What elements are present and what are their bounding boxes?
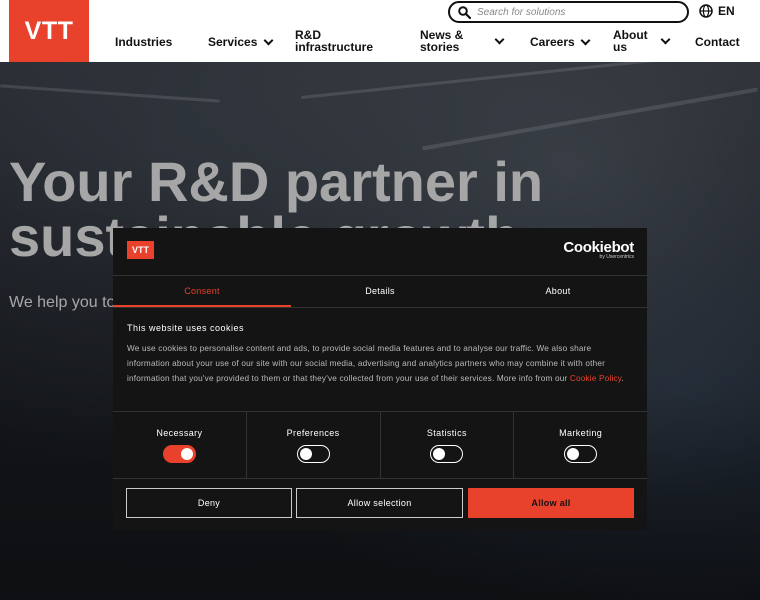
- cookie-tabs: Consent Details About: [113, 275, 647, 308]
- dialog-logo-text: VTT: [132, 245, 149, 255]
- nav-label: stories: [420, 40, 460, 54]
- toggle-label: Marketing: [559, 428, 603, 438]
- cookie-policy-link[interactable]: Cookie Policy: [570, 374, 622, 383]
- site-header: VTT EN Industries Services R&D infrastru…: [0, 0, 760, 62]
- tab-details[interactable]: Details: [291, 276, 469, 307]
- nav-about-us[interactable]: About us: [613, 29, 671, 54]
- cookie-heading: This website uses cookies: [127, 323, 245, 333]
- language-label: EN: [718, 4, 735, 18]
- switch-knob: [433, 447, 446, 460]
- nav-label: us: [613, 40, 628, 54]
- toggle-label: Statistics: [426, 428, 467, 438]
- statistics-switch[interactable]: [430, 445, 464, 463]
- cookie-body-end: .: [621, 374, 624, 383]
- nav-careers[interactable]: Careers: [530, 35, 591, 49]
- toggle-label: Preferences: [286, 428, 340, 438]
- marketing-switch[interactable]: [564, 445, 598, 463]
- logo-text: VTT: [24, 16, 74, 45]
- globe-icon: [699, 4, 713, 18]
- chevron-down-icon: [580, 35, 591, 45]
- chevron-down-icon: [494, 34, 505, 44]
- deny-button[interactable]: Deny: [126, 488, 292, 518]
- switch-knob: [180, 447, 193, 460]
- dialog-vtt-logo: VTT: [127, 241, 154, 259]
- language-selector[interactable]: EN: [699, 4, 735, 18]
- nav-news-stories[interactable]: News & stories: [420, 29, 505, 54]
- toggle-label: Necessary: [156, 428, 203, 438]
- cookie-consent-dialog: VTT Cookiebot by Usercentrics Consent De…: [113, 228, 647, 530]
- switch-knob: [567, 447, 580, 460]
- search-icon: [458, 5, 471, 19]
- nav-contact[interactable]: Contact: [695, 36, 740, 48]
- search-box[interactable]: [448, 1, 689, 23]
- nav-label: Careers: [530, 35, 575, 49]
- toggle-marketing: Marketing: [513, 412, 647, 478]
- cookie-description: We use cookies to personalise content an…: [127, 341, 633, 386]
- toggle-statistics: Statistics: [379, 412, 514, 478]
- tab-about[interactable]: About: [469, 276, 647, 307]
- switch-knob: [299, 447, 312, 460]
- chevron-down-icon: [660, 34, 671, 44]
- toggle-preferences: Preferences: [245, 412, 380, 478]
- nav-industries[interactable]: Industries: [115, 36, 172, 48]
- preferences-switch[interactable]: [296, 445, 330, 463]
- nav-label: Contact: [695, 35, 740, 49]
- allow-selection-button[interactable]: Allow selection: [296, 488, 463, 518]
- nav-services[interactable]: Services: [208, 35, 274, 49]
- chevron-down-icon: [263, 35, 274, 45]
- nav-label: Industries: [115, 35, 173, 49]
- necessary-switch[interactable]: [162, 445, 196, 463]
- tab-consent[interactable]: Consent: [113, 276, 291, 307]
- search-input[interactable]: [477, 6, 677, 18]
- allow-all-button[interactable]: Allow all: [468, 488, 634, 518]
- toggle-necessary: Necessary: [113, 412, 246, 478]
- nav-rd-infrastructure[interactable]: R&D infrastructure: [295, 29, 373, 53]
- cookiebot-logo[interactable]: Cookiebot by Usercentrics: [563, 239, 634, 260]
- cookie-body-text: We use cookies to personalise content an…: [127, 344, 606, 383]
- nav-label: infrastructure: [295, 40, 374, 54]
- vtt-logo[interactable]: VTT: [9, 0, 89, 62]
- cookie-category-toggles: Necessary Preferences Statistics Marketi…: [113, 411, 647, 479]
- nav-label: Services: [208, 35, 258, 49]
